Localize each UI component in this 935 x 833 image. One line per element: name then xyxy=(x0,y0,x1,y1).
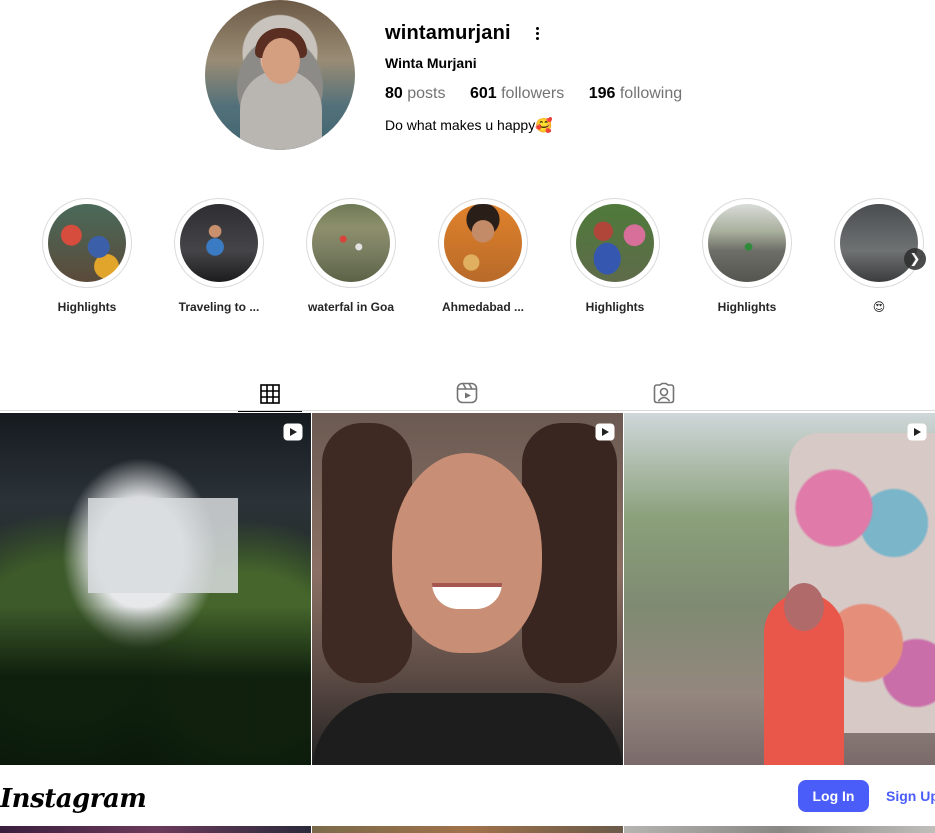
reels-icon xyxy=(456,382,478,404)
highlight-label: Highlights xyxy=(717,300,777,314)
tabs-divider xyxy=(0,410,935,411)
reel-icon xyxy=(283,423,303,441)
post-thumbnail[interactable] xyxy=(624,413,935,765)
highlight-thumbnail xyxy=(708,204,786,282)
highlight-ring xyxy=(834,198,924,288)
highlight-item[interactable]: Highlights xyxy=(555,198,675,314)
reel-icon xyxy=(595,423,615,441)
post-person-head xyxy=(784,583,824,631)
posts-count: 80 xyxy=(385,85,403,102)
more-options-icon[interactable] xyxy=(530,27,544,41)
followers-count: 601 xyxy=(469,85,497,102)
highlight-item[interactable]: waterfal in Goa xyxy=(291,198,411,314)
instagram-logo[interactable]: Instagram xyxy=(0,784,147,814)
grid-icon xyxy=(260,383,280,404)
highlight-thumbnail xyxy=(576,204,654,282)
highlight-ring xyxy=(42,198,132,288)
post-thumbnail[interactable] xyxy=(312,826,623,833)
highlight-item[interactable]: Ahmedabad ... xyxy=(423,198,543,314)
post-thumbnail[interactable] xyxy=(0,413,311,765)
highlight-thumbnail xyxy=(444,204,522,282)
highlight-label: Highlights xyxy=(57,300,117,314)
following-count: 196 xyxy=(588,85,616,102)
highlight-ring xyxy=(438,198,528,288)
post-shirt xyxy=(312,693,623,765)
highlight-ring xyxy=(702,198,792,288)
highlight-item[interactable]: Highlights xyxy=(687,198,807,314)
highlight-thumbnail xyxy=(180,204,258,282)
highlight-item[interactable]: Traveling to ... xyxy=(159,198,279,314)
post-thumbnail[interactable] xyxy=(312,413,623,765)
login-button[interactable]: Log In xyxy=(798,780,869,812)
tagged-icon xyxy=(653,382,675,404)
profile-bio: Do what makes u happy🥰 xyxy=(385,117,553,133)
highlight-ring xyxy=(174,198,264,288)
tab-tagged[interactable] xyxy=(632,376,696,410)
avatar-face xyxy=(262,38,300,84)
highlight-thumbnail xyxy=(312,204,390,282)
post-building xyxy=(88,498,238,593)
following-stat[interactable]: 196 following xyxy=(589,85,682,102)
reel-icon xyxy=(907,423,927,441)
profile-username: wintamurjani xyxy=(385,22,511,44)
profile-avatar[interactable] xyxy=(205,0,355,150)
chevron-right-icon[interactable]: ❯ xyxy=(904,248,926,270)
post-face xyxy=(392,453,542,653)
tab-reels[interactable] xyxy=(435,376,499,410)
highlight-label: waterfal in Goa xyxy=(307,300,395,314)
followers-stat[interactable]: 601 followers xyxy=(470,85,564,102)
highlight-label: Traveling to ... xyxy=(178,300,260,314)
profile-stats: 80 posts 601 followers 196 following xyxy=(385,85,702,103)
profile-full-name: Winta Murjani xyxy=(385,55,477,71)
highlight-thumbnail xyxy=(840,204,918,282)
post-thumbnail[interactable] xyxy=(0,826,311,833)
highlight-ring xyxy=(570,198,660,288)
highlight-ring xyxy=(306,198,396,288)
posts-label: posts xyxy=(407,85,446,102)
highlight-thumbnail xyxy=(48,204,126,282)
highlight-label: Highlights xyxy=(585,300,645,314)
tab-posts[interactable] xyxy=(238,376,302,412)
following-label: following xyxy=(619,85,683,102)
highlight-label: 😍 xyxy=(872,300,886,314)
highlight-label: Ahmedabad ... xyxy=(441,300,524,314)
signup-link[interactable]: Sign Up xyxy=(886,788,935,804)
highlight-item[interactable]: Highlights xyxy=(27,198,147,314)
post-thumbnail[interactable] xyxy=(624,826,935,833)
posts-stat: 80 posts xyxy=(385,85,446,102)
followers-label: followers xyxy=(501,85,565,102)
